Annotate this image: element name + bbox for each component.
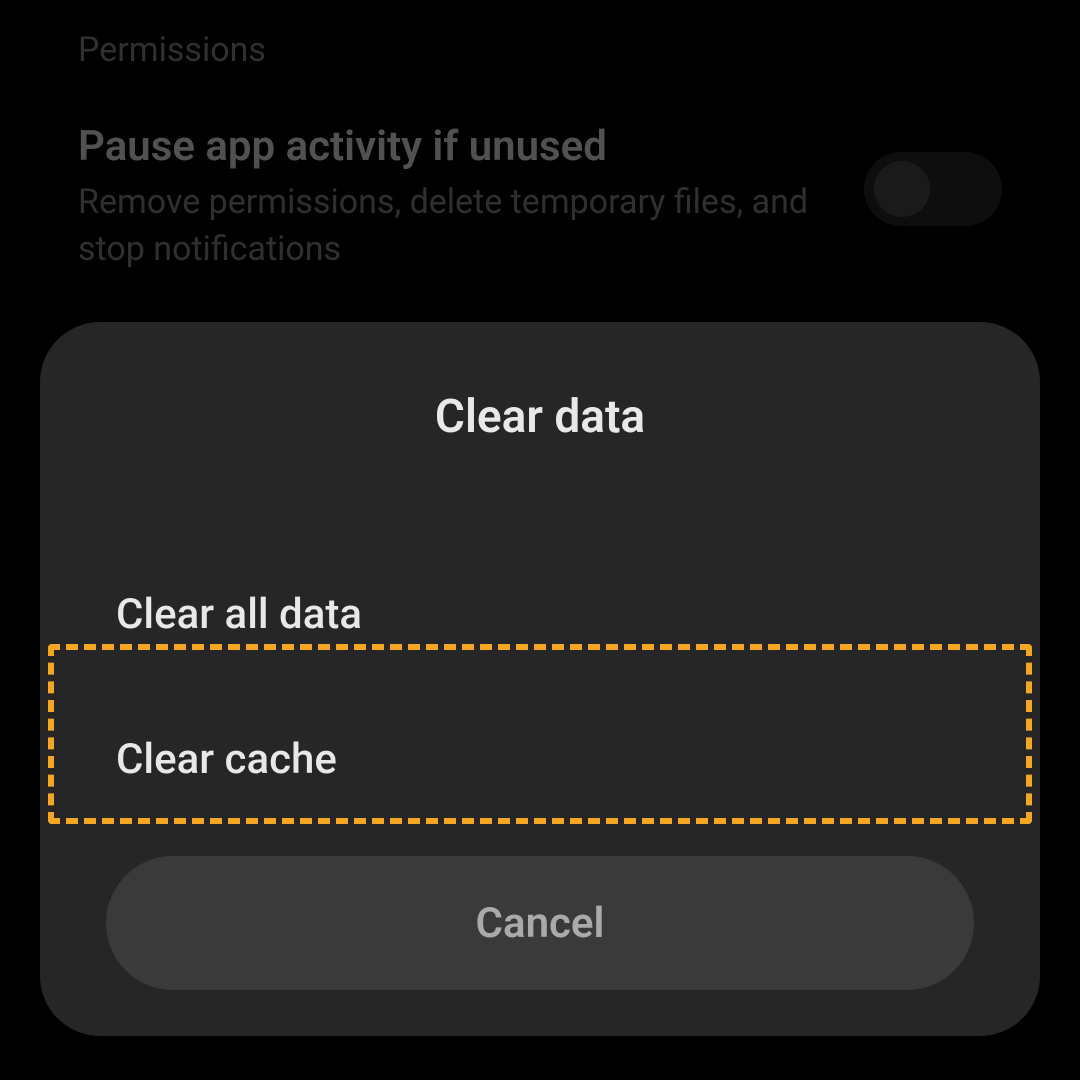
background-settings: Permissions Pause app activity if unused… <box>0 0 1080 303</box>
setting-text-group: Pause app activity if unused Remove perm… <box>78 122 844 273</box>
permissions-section-label: Permissions <box>78 30 1002 70</box>
clear-all-data-option[interactable]: Clear all data <box>40 542 1040 687</box>
clear-data-dialog: Clear data Clear all data Clear cache Ca… <box>40 322 1040 1036</box>
clear-cache-option[interactable]: Clear cache <box>40 687 1040 832</box>
dialog-title: Clear data <box>40 390 1040 444</box>
cancel-button[interactable]: Cancel <box>106 856 974 990</box>
pause-activity-toggle[interactable] <box>864 152 1002 226</box>
pause-activity-title: Pause app activity if unused <box>78 122 844 171</box>
pause-activity-description: Remove permissions, delete temporary fil… <box>78 179 844 273</box>
pause-activity-setting: Pause app activity if unused Remove perm… <box>78 122 1002 273</box>
